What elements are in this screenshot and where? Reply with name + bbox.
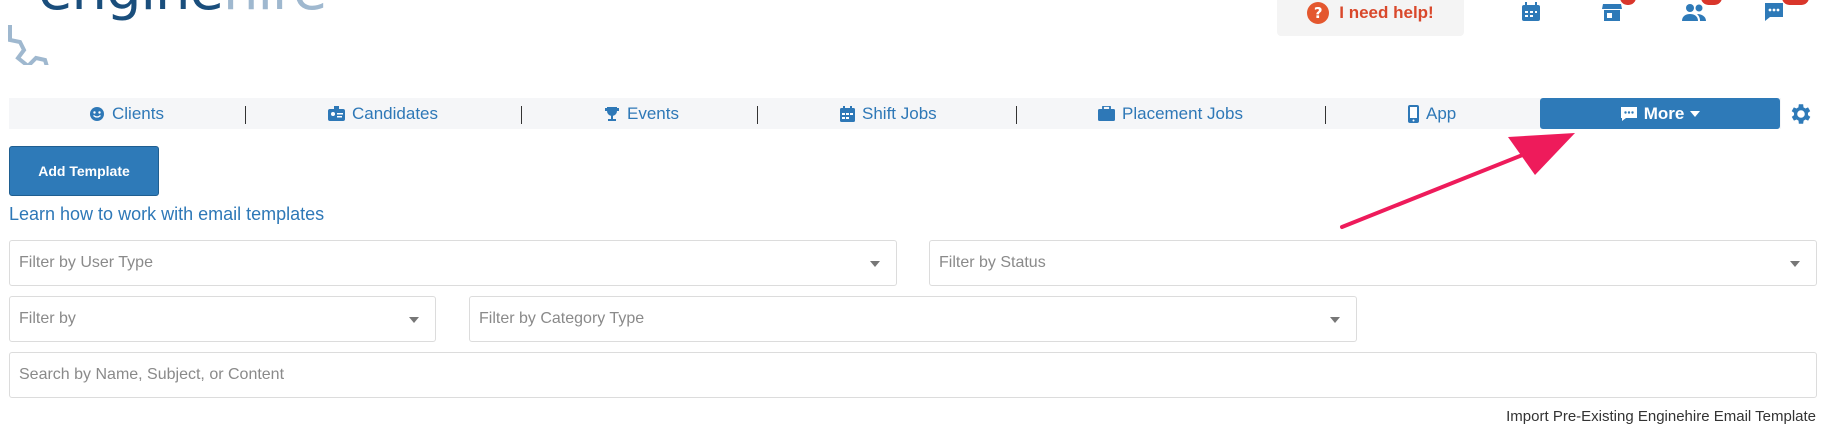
store-icon[interactable]: 6	[1600, 0, 1636, 26]
chevron-down-icon	[870, 261, 880, 267]
trophy-icon	[605, 106, 619, 121]
search-input[interactable]	[10, 353, 1816, 397]
id-badge-icon	[328, 106, 345, 121]
people-icon[interactable]: 92	[1681, 0, 1723, 26]
nav-divider	[1016, 106, 1017, 124]
filter-status-select[interactable]: Filter by Status	[929, 240, 1817, 286]
nav-candidates[interactable]: Candidates	[328, 98, 438, 129]
enginehire-logo[interactable]: enginehire	[0, 0, 327, 65]
chat-icon[interactable]: 443	[1762, 0, 1809, 26]
search-field	[9, 352, 1817, 398]
message-icon	[1620, 106, 1637, 121]
chevron-down-icon	[409, 317, 419, 323]
chevron-down-icon	[1330, 317, 1340, 323]
question-mark-icon: ?	[1307, 2, 1330, 24]
filter-user-type-placeholder: Filter by User Type	[19, 254, 153, 271]
calendar-grid-icon	[840, 105, 855, 122]
nav-events[interactable]: Events	[604, 98, 679, 129]
filter-category-type-select[interactable]: Filter by Category Type	[469, 296, 1357, 342]
nav-divider	[757, 106, 758, 124]
nav-divider	[245, 106, 246, 124]
nav-candidates-label: Candidates	[352, 103, 439, 123]
filter-by-placeholder: Filter by	[19, 310, 76, 327]
nav-clients[interactable]: Clients	[89, 98, 164, 129]
filter-by-select[interactable]: Filter by	[9, 296, 436, 342]
nav-placement-jobs[interactable]: Placement Jobs	[1098, 98, 1243, 129]
mobile-icon	[1408, 104, 1419, 123]
nav-shift-jobs[interactable]: Shift Jobs	[840, 98, 937, 129]
add-template-button[interactable]: Add Template	[9, 146, 159, 196]
annotation-arrow	[1340, 133, 1575, 229]
caret-down-icon	[1690, 110, 1701, 117]
nav-divider	[521, 106, 522, 124]
nav-shift-jobs-label: Shift Jobs	[862, 103, 937, 123]
smiley-icon	[90, 106, 104, 121]
nav-divider	[1325, 106, 1326, 124]
logo-text: enginehire	[38, 0, 327, 23]
chevron-down-icon	[1790, 261, 1800, 267]
filter-category-type-placeholder: Filter by Category Type	[479, 310, 645, 327]
help-label: I need help!	[1339, 3, 1434, 22]
calendar-icon[interactable]	[1519, 0, 1545, 26]
nav-events-label: Events	[627, 103, 679, 123]
chat-badge: 443	[1782, 0, 1809, 5]
nav-clients-label: Clients	[112, 103, 164, 123]
nav-app-label: App	[1426, 103, 1457, 123]
briefcase-icon	[1098, 106, 1115, 121]
gear-icon[interactable]	[1788, 101, 1814, 127]
more-label: More	[1643, 103, 1685, 123]
help-button[interactable]: ? I need help!	[1277, 0, 1464, 36]
filter-status-placeholder: Filter by Status	[939, 254, 1046, 271]
import-template-link[interactable]: Import Pre-Existing Enginehire Email Tem…	[1506, 408, 1816, 425]
nav-placement-jobs-label: Placement Jobs	[1122, 103, 1243, 123]
filter-user-type-select[interactable]: Filter by User Type	[9, 240, 897, 286]
learn-email-templates-link[interactable]: Learn how to work with email templates	[9, 204, 324, 225]
